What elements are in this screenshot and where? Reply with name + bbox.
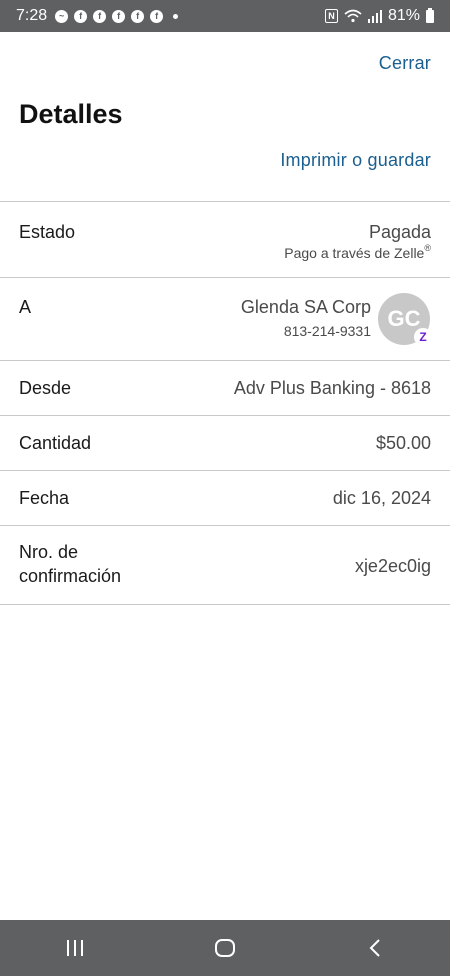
- facebook-icon: f: [150, 9, 164, 23]
- recipient-name: Glenda SA Corp: [240, 297, 371, 317]
- payment-method-label: Pago a través de Zelle: [284, 245, 425, 261]
- facebook-icon: f: [93, 9, 107, 23]
- status-left: 7:28 ~ f f f f f: [16, 7, 179, 25]
- battery-icon: [426, 7, 434, 23]
- amount-label: Cantidad: [19, 433, 92, 453]
- recipient-row: A Glenda SA Corp 813-214-9331 GC Z: [0, 277, 450, 360]
- back-button[interactable]: [345, 928, 405, 968]
- recipient-phone: 813-214-9331: [283, 323, 371, 339]
- messenger-icon: ~: [55, 9, 69, 23]
- page-title: Detalles: [19, 99, 123, 129]
- status-value: Pagada: [368, 222, 431, 242]
- navigation-bar: [0, 920, 450, 976]
- status-label: Estado: [19, 222, 76, 242]
- confirmation-row: Nro. de confirmación xje2ec0ig: [0, 525, 450, 605]
- confirmation-value: xje2ec0ig: [354, 556, 431, 576]
- from-row: Desde Adv Plus Banking - 8618: [0, 360, 450, 415]
- date-value: dic 16, 2024: [332, 488, 431, 508]
- date-label: Fecha: [19, 488, 70, 508]
- payment-method-text: Pago a través de Zelle®: [284, 243, 431, 261]
- wifi-icon: [344, 9, 362, 23]
- from-label: Desde: [19, 378, 72, 398]
- recipient-label: A: [19, 297, 32, 317]
- zelle-icon: Z: [414, 328, 432, 346]
- status-bar: 7:28 ~ f f f f f N 81%: [0, 0, 450, 32]
- signal-icon: [367, 9, 382, 23]
- nfc-icon: N: [324, 9, 338, 23]
- recent-apps-icon: [67, 940, 83, 956]
- back-icon: [369, 939, 380, 957]
- facebook-icon: f: [112, 9, 126, 23]
- date-row: Fecha dic 16, 2024: [0, 470, 450, 525]
- details-list: Estado Pagada Pago a través de Zelle® A …: [0, 201, 450, 605]
- print-or-save-button[interactable]: Imprimir o guardar: [280, 150, 431, 171]
- home-icon: [215, 939, 235, 957]
- confirmation-label: Nro. de confirmación: [19, 542, 122, 586]
- recent-apps-button[interactable]: [45, 928, 105, 968]
- more-notifications-dot: [173, 13, 179, 19]
- status-time: 7:28: [16, 7, 48, 24]
- battery-percent: 81%: [387, 7, 420, 24]
- amount-row: Cantidad $50.00: [0, 415, 450, 470]
- facebook-icon: f: [131, 9, 145, 23]
- close-button[interactable]: Cerrar: [379, 53, 431, 74]
- status-right: N 81%: [324, 7, 434, 25]
- status-row: Estado Pagada Pago a través de Zelle®: [0, 201, 450, 277]
- facebook-icon: f: [74, 9, 88, 23]
- home-button[interactable]: [195, 928, 255, 968]
- amount-value: $50.00: [375, 433, 431, 453]
- registered-mark: ®: [424, 243, 431, 253]
- from-account-value: Adv Plus Banking - 8618: [233, 378, 431, 398]
